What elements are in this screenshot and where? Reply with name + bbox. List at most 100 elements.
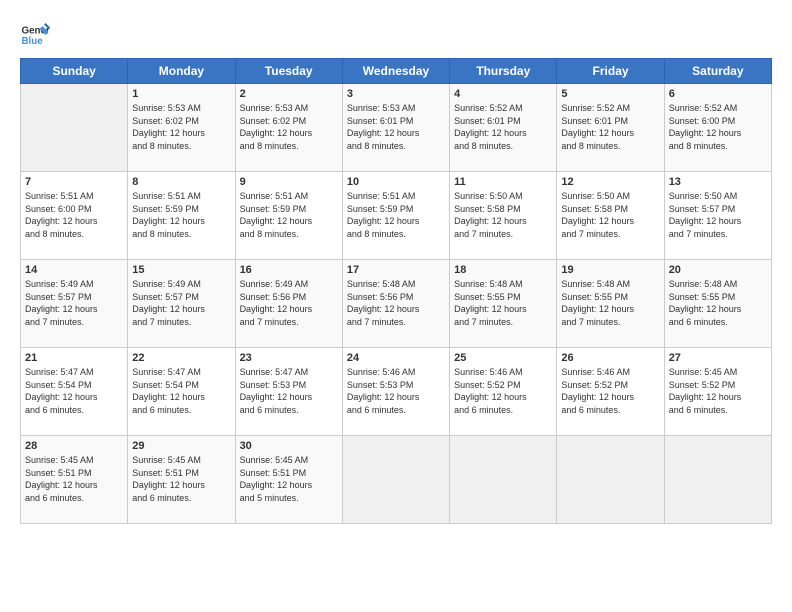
- day-info: Sunrise: 5:48 AM Sunset: 5:55 PM Dayligh…: [669, 278, 767, 328]
- calendar-cell: [21, 84, 128, 172]
- day-info: Sunrise: 5:50 AM Sunset: 5:58 PM Dayligh…: [561, 190, 659, 240]
- header-day-tuesday: Tuesday: [235, 59, 342, 84]
- day-info: Sunrise: 5:45 AM Sunset: 5:51 PM Dayligh…: [25, 454, 123, 504]
- calendar-cell: 18 Sunrise: 5:48 AM Sunset: 5:55 PM Dayli…: [450, 260, 557, 348]
- day-number: 15: [132, 264, 230, 276]
- day-info: Sunrise: 5:50 AM Sunset: 5:58 PM Dayligh…: [454, 190, 552, 240]
- svg-text:Blue: Blue: [22, 36, 44, 47]
- day-number: 20: [669, 264, 767, 276]
- day-number: 6: [669, 88, 767, 100]
- calendar-body: 1Sunrise: 5:53 AM Sunset: 6:02 PM Daylig…: [21, 84, 772, 524]
- day-number: 24: [347, 352, 445, 364]
- calendar-cell: 14 Sunrise: 5:49 AM Sunset: 5:57 PM Dayli…: [21, 260, 128, 348]
- calendar-cell: 22 Sunrise: 5:47 AM Sunset: 5:54 PM Dayli…: [128, 348, 235, 436]
- day-info: Sunrise: 5:46 AM Sunset: 5:52 PM Dayligh…: [454, 366, 552, 416]
- logo: General Blue: [20, 20, 54, 50]
- day-info: Sunrise: 5:53 AM Sunset: 6:02 PM Dayligh…: [132, 102, 230, 152]
- day-info: Sunrise: 5:45 AM Sunset: 5:51 PM Dayligh…: [132, 454, 230, 504]
- calendar-cell: 3 Sunrise: 5:53 AM Sunset: 6:01 PM Daylig…: [342, 84, 449, 172]
- calendar-cell: 2Sunrise: 5:53 AM Sunset: 6:02 PM Daylig…: [235, 84, 342, 172]
- day-info: Sunrise: 5:52 AM Sunset: 6:01 PM Dayligh…: [561, 102, 659, 152]
- day-number: 18: [454, 264, 552, 276]
- day-number: 3: [347, 88, 445, 100]
- header-day-monday: Monday: [128, 59, 235, 84]
- day-number: 21: [25, 352, 123, 364]
- day-number: 28: [25, 440, 123, 452]
- day-info: Sunrise: 5:49 AM Sunset: 5:57 PM Dayligh…: [25, 278, 123, 328]
- day-info: Sunrise: 5:48 AM Sunset: 5:56 PM Dayligh…: [347, 278, 445, 328]
- calendar-header: SundayMondayTuesdayWednesdayThursdayFrid…: [21, 59, 772, 84]
- day-number: 30: [240, 440, 338, 452]
- day-info: Sunrise: 5:47 AM Sunset: 5:54 PM Dayligh…: [132, 366, 230, 416]
- calendar-cell: 1Sunrise: 5:53 AM Sunset: 6:02 PM Daylig…: [128, 84, 235, 172]
- day-info: Sunrise: 5:46 AM Sunset: 5:53 PM Dayligh…: [347, 366, 445, 416]
- day-number: 7: [25, 176, 123, 188]
- logo-icon: General Blue: [20, 20, 50, 50]
- calendar-cell: [664, 436, 771, 524]
- calendar-cell: 16 Sunrise: 5:49 AM Sunset: 5:56 PM Dayli…: [235, 260, 342, 348]
- calendar-cell: 28 Sunrise: 5:45 AM Sunset: 5:51 PM Dayli…: [21, 436, 128, 524]
- day-info: Sunrise: 5:49 AM Sunset: 5:57 PM Dayligh…: [132, 278, 230, 328]
- day-info: Sunrise: 5:46 AM Sunset: 5:52 PM Dayligh…: [561, 366, 659, 416]
- day-number: 16: [240, 264, 338, 276]
- day-number: 4: [454, 88, 552, 100]
- day-info: Sunrise: 5:48 AM Sunset: 5:55 PM Dayligh…: [561, 278, 659, 328]
- day-number: 19: [561, 264, 659, 276]
- day-info: Sunrise: 5:52 AM Sunset: 6:00 PM Dayligh…: [669, 102, 767, 152]
- day-info: Sunrise: 5:45 AM Sunset: 5:51 PM Dayligh…: [240, 454, 338, 504]
- header-day-sunday: Sunday: [21, 59, 128, 84]
- calendar-cell: 12 Sunrise: 5:50 AM Sunset: 5:58 PM Dayli…: [557, 172, 664, 260]
- day-info: Sunrise: 5:53 AM Sunset: 6:01 PM Dayligh…: [347, 102, 445, 152]
- week-row-3: 14 Sunrise: 5:49 AM Sunset: 5:57 PM Dayli…: [21, 260, 772, 348]
- calendar-cell: [450, 436, 557, 524]
- calendar-cell: 24 Sunrise: 5:46 AM Sunset: 5:53 PM Dayli…: [342, 348, 449, 436]
- day-number: 5: [561, 88, 659, 100]
- header-row: SundayMondayTuesdayWednesdayThursdayFrid…: [21, 59, 772, 84]
- day-number: 8: [132, 176, 230, 188]
- day-info: Sunrise: 5:48 AM Sunset: 5:55 PM Dayligh…: [454, 278, 552, 328]
- week-row-1: 1Sunrise: 5:53 AM Sunset: 6:02 PM Daylig…: [21, 84, 772, 172]
- calendar-cell: 10Sunrise: 5:51 AM Sunset: 5:59 PM Dayli…: [342, 172, 449, 260]
- calendar-cell: 20 Sunrise: 5:48 AM Sunset: 5:55 PM Dayli…: [664, 260, 771, 348]
- calendar-cell: 30 Sunrise: 5:45 AM Sunset: 5:51 PM Dayli…: [235, 436, 342, 524]
- calendar-cell: 21 Sunrise: 5:47 AM Sunset: 5:54 PM Dayli…: [21, 348, 128, 436]
- day-info: Sunrise: 5:52 AM Sunset: 6:01 PM Dayligh…: [454, 102, 552, 152]
- day-number: 12: [561, 176, 659, 188]
- day-number: 25: [454, 352, 552, 364]
- day-info: Sunrise: 5:51 AM Sunset: 5:59 PM Dayligh…: [132, 190, 230, 240]
- calendar-cell: 29 Sunrise: 5:45 AM Sunset: 5:51 PM Dayli…: [128, 436, 235, 524]
- calendar-cell: 26 Sunrise: 5:46 AM Sunset: 5:52 PM Dayli…: [557, 348, 664, 436]
- calendar-cell: 17 Sunrise: 5:48 AM Sunset: 5:56 PM Dayli…: [342, 260, 449, 348]
- calendar-cell: 8 Sunrise: 5:51 AM Sunset: 5:59 PM Daylig…: [128, 172, 235, 260]
- day-number: 26: [561, 352, 659, 364]
- calendar-cell: 7 Sunrise: 5:51 AM Sunset: 6:00 PM Daylig…: [21, 172, 128, 260]
- week-row-5: 28 Sunrise: 5:45 AM Sunset: 5:51 PM Dayli…: [21, 436, 772, 524]
- day-info: Sunrise: 5:53 AM Sunset: 6:02 PM Dayligh…: [240, 102, 338, 152]
- header-day-thursday: Thursday: [450, 59, 557, 84]
- calendar-cell: 13 Sunrise: 5:50 AM Sunset: 5:57 PM Dayli…: [664, 172, 771, 260]
- calendar-cell: 19 Sunrise: 5:48 AM Sunset: 5:55 PM Dayli…: [557, 260, 664, 348]
- header-day-friday: Friday: [557, 59, 664, 84]
- calendar-cell: 6 Sunrise: 5:52 AM Sunset: 6:00 PM Daylig…: [664, 84, 771, 172]
- calendar-cell: 25 Sunrise: 5:46 AM Sunset: 5:52 PM Dayli…: [450, 348, 557, 436]
- day-info: Sunrise: 5:50 AM Sunset: 5:57 PM Dayligh…: [669, 190, 767, 240]
- day-info: Sunrise: 5:51 AM Sunset: 5:59 PM Dayligh…: [240, 190, 338, 240]
- day-number: 22: [132, 352, 230, 364]
- calendar-table: SundayMondayTuesdayWednesdayThursdayFrid…: [20, 58, 772, 524]
- calendar-cell: 23Sunrise: 5:47 AM Sunset: 5:53 PM Dayli…: [235, 348, 342, 436]
- day-number: 29: [132, 440, 230, 452]
- day-number: 27: [669, 352, 767, 364]
- day-number: 13: [669, 176, 767, 188]
- day-info: Sunrise: 5:47 AM Sunset: 5:54 PM Dayligh…: [25, 366, 123, 416]
- calendar-cell: 27 Sunrise: 5:45 AM Sunset: 5:52 PM Dayli…: [664, 348, 771, 436]
- header-day-wednesday: Wednesday: [342, 59, 449, 84]
- calendar-cell: [557, 436, 664, 524]
- week-row-4: 21 Sunrise: 5:47 AM Sunset: 5:54 PM Dayli…: [21, 348, 772, 436]
- page-header: General Blue: [20, 20, 772, 50]
- day-number: 14: [25, 264, 123, 276]
- day-info: Sunrise: 5:51 AM Sunset: 6:00 PM Dayligh…: [25, 190, 123, 240]
- day-info: Sunrise: 5:49 AM Sunset: 5:56 PM Dayligh…: [240, 278, 338, 328]
- day-info: Sunrise: 5:45 AM Sunset: 5:52 PM Dayligh…: [669, 366, 767, 416]
- day-number: 17: [347, 264, 445, 276]
- week-row-2: 7 Sunrise: 5:51 AM Sunset: 6:00 PM Daylig…: [21, 172, 772, 260]
